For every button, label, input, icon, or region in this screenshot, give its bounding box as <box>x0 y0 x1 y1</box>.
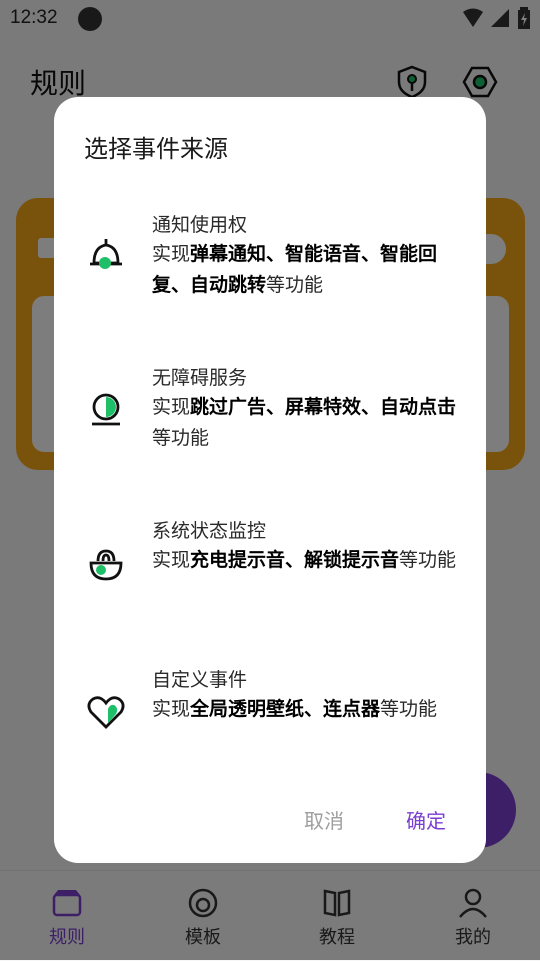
desc-prefix: 实现 <box>152 549 191 571</box>
option-desc: 实现全局透明壁纸、连点器等功能 <box>152 694 462 725</box>
desc-prefix: 实现 <box>152 698 191 720</box>
heart-icon <box>87 696 125 729</box>
desc-highlight: 跳过广告、屏幕特效、自动点击 <box>190 396 457 418</box>
desc-prefix: 实现 <box>152 396 191 418</box>
desc-highlight: 全局透明壁纸、连点器 <box>190 698 381 720</box>
cancel-button[interactable]: 取消 <box>304 805 344 834</box>
option-desc: 实现弹幕通知、智能语音、智能回复、自动跳转等功能 <box>152 239 462 301</box>
desc-highlight: 充电提示音、解锁提示音 <box>190 549 400 571</box>
option-custom-event[interactable]: 自定义事件 实现全局透明壁纸、连点器等功能 <box>54 666 486 786</box>
event-source-dialog: 选择事件来源 通知使用权 实现弹幕通知、智能语音、智能回复、自动跳转等功能 无障… <box>54 97 486 863</box>
system-monitor-icon <box>89 549 123 581</box>
option-name: 系统状态监控 <box>152 520 267 542</box>
desc-suffix: 等功能 <box>399 549 457 571</box>
option-desc: 实现跳过广告、屏幕特效、自动点击等功能 <box>152 392 462 454</box>
accessibility-icon <box>92 393 120 426</box>
option-name: 通知使用权 <box>152 214 248 236</box>
option-text: 通知使用权 实现弹幕通知、智能语音、智能回复、自动跳转等功能 <box>152 211 462 301</box>
option-text: 自定义事件 实现全局透明壁纸、连点器等功能 <box>152 666 462 725</box>
option-name: 自定义事件 <box>152 669 248 691</box>
option-notification-access[interactable]: 通知使用权 实现弹幕通知、智能语音、智能回复、自动跳转等功能 <box>54 211 486 331</box>
option-system-monitor[interactable]: 系统状态监控 实现充电提示音、解锁提示音等功能 <box>54 517 486 637</box>
desc-prefix: 实现 <box>152 243 191 265</box>
option-text: 无障碍服务 实现跳过广告、屏幕特效、自动点击等功能 <box>152 364 462 454</box>
option-accessibility-service[interactable]: 无障碍服务 实现跳过广告、屏幕特效、自动点击等功能 <box>54 364 486 484</box>
dialog-title: 选择事件来源 <box>84 135 228 163</box>
desc-suffix: 等功能 <box>266 274 324 296</box>
desc-suffix: 等功能 <box>380 698 438 720</box>
bell-icon <box>90 239 122 269</box>
desc-suffix: 等功能 <box>152 427 210 449</box>
option-desc: 实现充电提示音、解锁提示音等功能 <box>152 545 462 576</box>
confirm-button[interactable]: 确定 <box>406 805 446 834</box>
option-text: 系统状态监控 实现充电提示音、解锁提示音等功能 <box>152 517 462 576</box>
option-name: 无障碍服务 <box>152 367 248 389</box>
